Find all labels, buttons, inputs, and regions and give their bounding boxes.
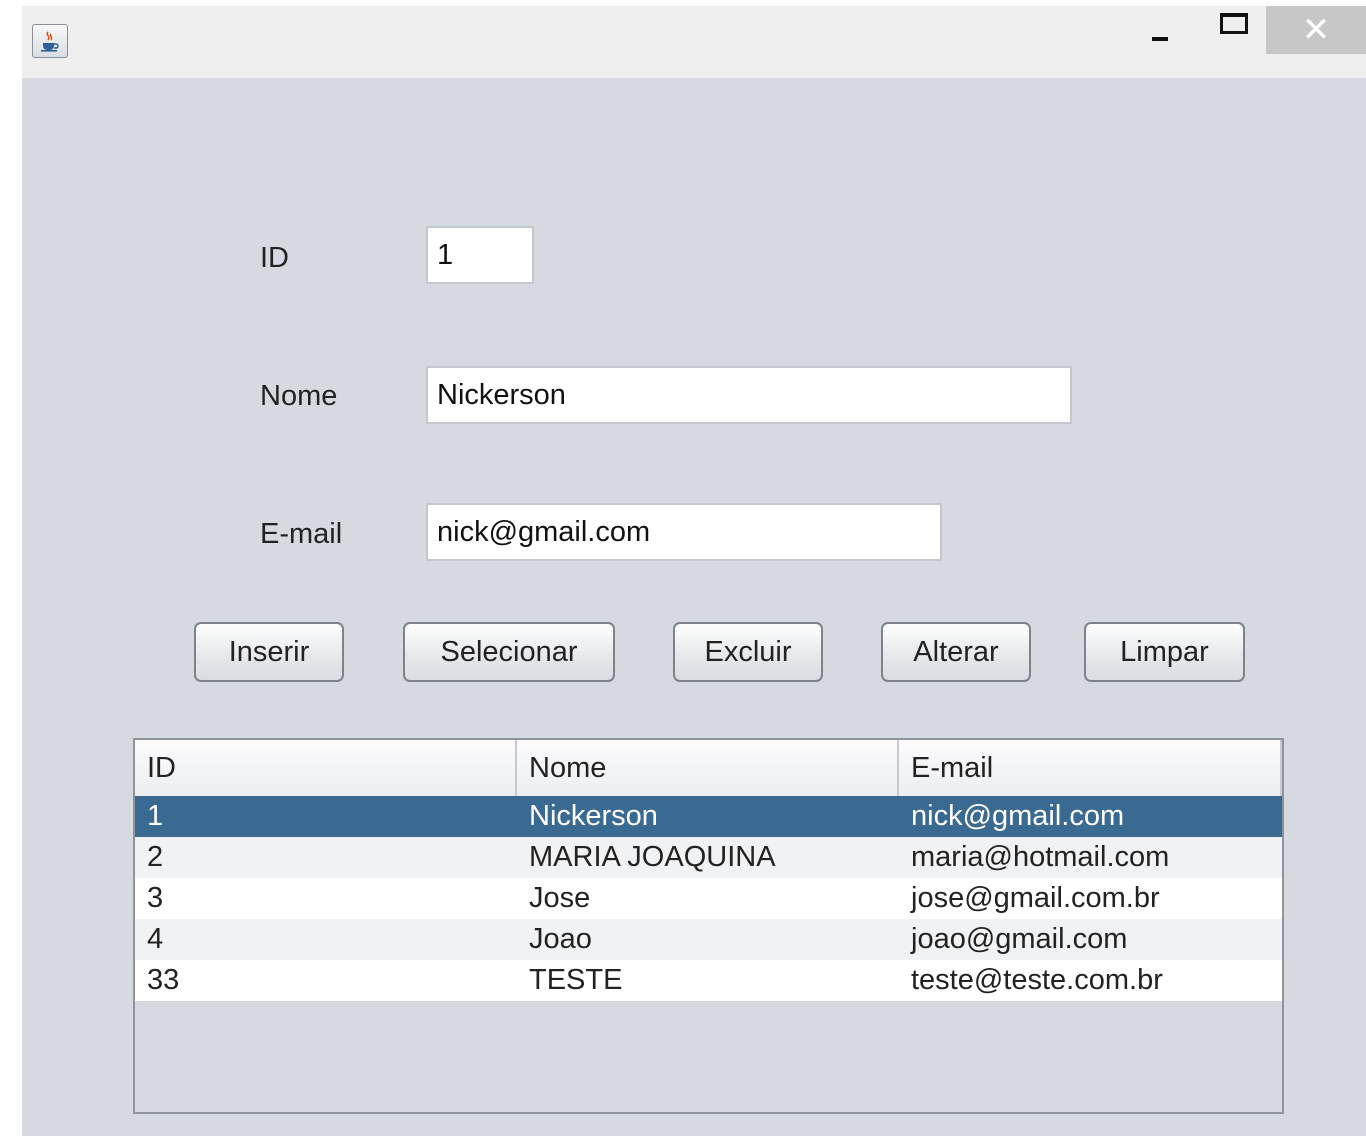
- cell-id: 1: [147, 800, 164, 832]
- column-header-id[interactable]: ID: [135, 740, 517, 796]
- maximize-button[interactable]: [1210, 6, 1258, 54]
- table-row[interactable]: 2 MARIA JOAQUINA maria@hotmail.com: [135, 837, 1282, 878]
- table-row[interactable]: 3 Jose jose@gmail.com.br: [135, 878, 1282, 919]
- close-button[interactable]: ✕: [1266, 6, 1366, 54]
- limpar-button[interactable]: Limpar: [1084, 622, 1245, 682]
- app-window: ✕ ID Nome E-mail Inserir Selecionar Excl…: [22, 6, 1366, 1136]
- cell-nome: TESTE: [529, 964, 623, 996]
- alterar-button[interactable]: Alterar: [881, 622, 1031, 682]
- excluir-button[interactable]: Excluir: [673, 622, 823, 682]
- users-table[interactable]: ID Nome E-mail 1 Nickerson nick@gmail.co…: [133, 738, 1284, 1114]
- nome-field[interactable]: [426, 366, 1072, 424]
- table-body: 1 Nickerson nick@gmail.com 2 MARIA JOAQU…: [135, 796, 1282, 1001]
- cell-nome: Jose: [529, 882, 591, 914]
- table-row[interactable]: 33 TESTE teste@teste.com.br: [135, 960, 1282, 1001]
- column-header-nome[interactable]: Nome: [517, 740, 899, 796]
- id-label: ID: [260, 242, 289, 274]
- cell-nome: MARIA JOAQUINA: [529, 841, 776, 873]
- email-label: E-mail: [260, 518, 343, 550]
- cell-nome: Joao: [529, 923, 592, 955]
- java-cup-icon: [41, 31, 59, 52]
- cell-id: 2: [147, 841, 164, 873]
- inserir-button[interactable]: Inserir: [194, 622, 344, 682]
- id-field[interactable]: [426, 226, 534, 284]
- minimize-icon: [1152, 37, 1168, 41]
- java-app-icon[interactable]: [32, 24, 68, 58]
- selecionar-button[interactable]: Selecionar: [403, 622, 615, 682]
- cell-email: teste@teste.com.br: [911, 964, 1163, 996]
- column-header-email[interactable]: E-mail: [899, 740, 1282, 796]
- table-header: ID Nome E-mail: [135, 740, 1282, 797]
- maximize-icon: [1220, 12, 1248, 34]
- title-bar[interactable]: ✕: [22, 6, 1366, 78]
- cell-id: 33: [147, 964, 180, 996]
- nome-label: Nome: [260, 380, 338, 412]
- cell-nome: Nickerson: [529, 800, 658, 832]
- close-icon: ✕: [1301, 11, 1331, 49]
- minimize-button[interactable]: [1136, 6, 1184, 54]
- cell-email: joao@gmail.com: [911, 923, 1128, 955]
- cell-id: 3: [147, 882, 164, 914]
- screen: ✕ ID Nome E-mail Inserir Selecionar Excl…: [0, 0, 1366, 1136]
- table-row[interactable]: 4 Joao joao@gmail.com: [135, 919, 1282, 960]
- cell-email: jose@gmail.com.br: [911, 882, 1160, 914]
- cell-email: nick@gmail.com: [911, 800, 1125, 832]
- cell-id: 4: [147, 923, 164, 955]
- table-row[interactable]: 1 Nickerson nick@gmail.com: [135, 796, 1282, 837]
- email-field[interactable]: [426, 503, 942, 561]
- cell-email: maria@hotmail.com: [911, 841, 1170, 873]
